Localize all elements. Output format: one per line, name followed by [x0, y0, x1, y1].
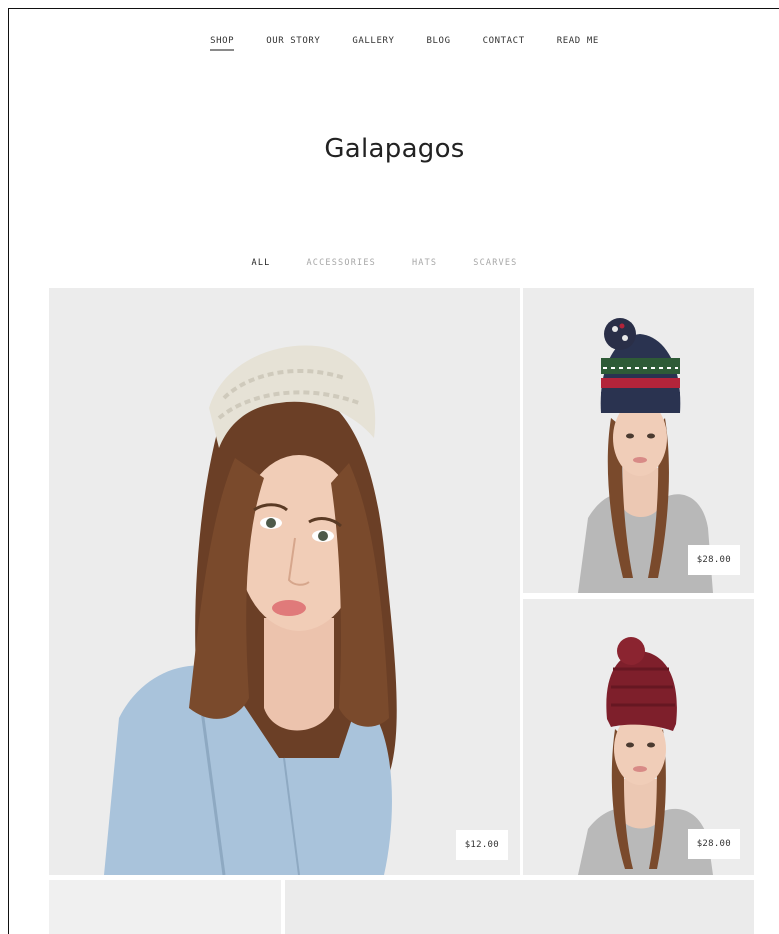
product-card-headband[interactable]: $12.00 — [49, 288, 520, 875]
nav-item-blog[interactable]: BLOG — [427, 36, 451, 51]
main-navigation: SHOP OUR STORY GALLERY BLOG CONTACT READ… — [9, 36, 779, 51]
nav-item-contact[interactable]: CONTACT — [483, 36, 525, 51]
nav-item-our-story[interactable]: OUR STORY — [266, 36, 320, 51]
product-card-partial-right[interactable] — [285, 880, 754, 934]
site-title[interactable]: Galapagos — [9, 134, 779, 164]
product-price: $12.00 — [455, 830, 508, 860]
filter-all[interactable]: ALL — [252, 258, 271, 268]
product-card-burgundy-beanie[interactable]: $28.00 — [523, 599, 754, 875]
product-price: $28.00 — [687, 545, 740, 575]
nav-item-shop[interactable]: SHOP — [210, 36, 235, 51]
product-card-partial-left[interactable] — [49, 880, 281, 934]
product-price: $28.00 — [687, 829, 740, 859]
category-filters: ALL ACCESSORIES HATS SCARVES — [9, 258, 779, 268]
filter-scarves[interactable]: SCARVES — [473, 258, 517, 268]
page-frame: SHOP OUR STORY GALLERY BLOG CONTACT READ… — [8, 8, 779, 934]
nav-item-gallery[interactable]: GALLERY — [352, 36, 394, 51]
filter-hats[interactable]: HATS — [412, 258, 437, 268]
filter-accessories[interactable]: ACCESSORIES — [306, 258, 376, 268]
product-card-fair-isle-beanie[interactable]: $28.00 — [523, 288, 754, 593]
product-image-headband — [49, 288, 520, 875]
nav-item-read-me[interactable]: READ ME — [557, 36, 599, 51]
